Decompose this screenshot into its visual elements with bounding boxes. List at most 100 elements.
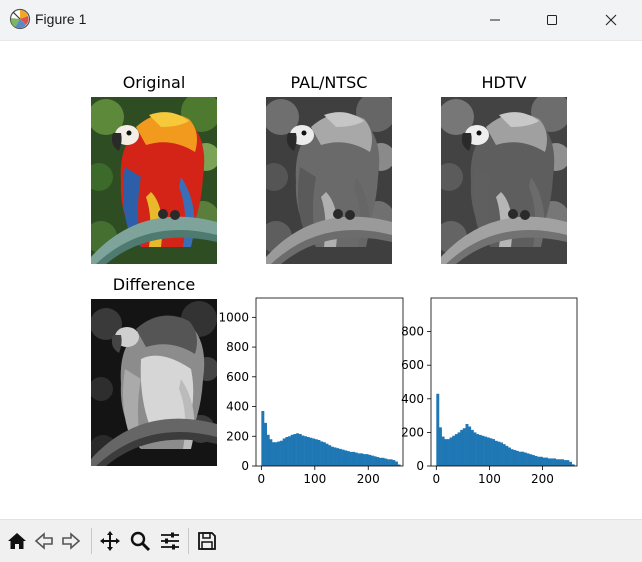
histogram-bar [336,448,340,466]
close-button[interactable] [588,0,634,40]
maximize-button[interactable] [529,0,575,40]
x-tick-label: 100 [478,472,501,486]
navigation-toolbar [0,519,642,562]
axes-frame [255,297,404,467]
histogram-bar [460,429,464,466]
histogram-bar [330,446,334,466]
histogram-bar [304,436,308,466]
histogram-bar [346,451,350,466]
histogram-bar [558,459,562,466]
histogram-bar [563,460,567,466]
histogram-bar [290,434,294,466]
histogram-bar [518,451,522,466]
histogram-bar [269,439,273,466]
histogram-bar [360,453,364,466]
y-tick-label: 800 [226,340,249,354]
histogram-bar [389,459,393,466]
histogram-bar [526,453,530,466]
histogram-bar [338,448,342,466]
toolbar-separator [188,528,189,554]
histogram-bar [373,456,377,466]
figure-canvas[interactable]: Original PAL/NTSC HDTV Difference 0 100 … [0,41,642,519]
toolbar-separator [91,528,92,554]
histogram-bar [481,435,485,466]
histogram-bar [309,437,313,466]
histogram-bar [370,455,374,466]
histogram-bar [521,451,525,466]
histogram-bar [537,456,541,466]
histogram-bar [354,452,358,466]
window-titlebar: Figure 1 [0,0,642,41]
histogram-bar [282,438,286,466]
configure-subplots-button[interactable] [157,528,183,554]
configure-subplots-icon [161,532,179,550]
home-button[interactable] [4,528,30,554]
home-icon [8,533,26,549]
histogram-bar [545,457,549,466]
forward-button[interactable] [58,528,84,554]
histogram-bar [531,455,535,466]
histogram-bar [365,454,369,466]
save-button[interactable] [194,528,220,554]
histogram-bar [362,454,366,466]
histogram-bar [386,459,390,466]
histogram-charts: 0 100 200 0 200 400 600 800 1000 0 100 200 0 200 400 6… [218,297,578,486]
histogram-bar [344,450,348,466]
histogram-bar [376,457,380,466]
histogram-bar [296,433,300,466]
histogram-bar [497,441,501,466]
histogram-bar [470,429,474,466]
histogram-bar [476,434,480,466]
y-tick-label: 200 [401,425,424,439]
back-icon [34,532,53,550]
x-tick-label: 0 [432,472,440,486]
histogram-bar [341,449,345,466]
forward-icon [62,532,81,550]
x-tick-label: 0 [258,472,266,486]
histogram-bar [320,441,324,466]
histogram-bar [352,451,356,466]
histogram-bar [444,439,448,466]
histogram-bar [328,445,332,466]
y-tick-label: 600 [226,370,249,384]
minimize-button[interactable] [472,0,518,40]
histogram-bar [349,451,353,466]
histogram-bar [478,434,482,466]
histogram-bar [357,453,361,466]
histogram-bar [392,460,396,466]
histogram-bar [446,439,450,466]
pan-button[interactable] [97,528,123,554]
histogram-bar [500,442,503,466]
zoom-button[interactable] [127,528,153,554]
zoom-icon [130,531,151,552]
histogram-bar [566,460,570,466]
histogram-bar [457,432,461,466]
window-title: Figure 1 [35,11,87,27]
histogram-bar [505,445,509,466]
histogram-bar [502,444,506,466]
histogram-bar [333,447,337,466]
histogram-bar [441,436,445,466]
histogram-bar [542,457,546,466]
histogram-bar [261,410,265,466]
back-button[interactable] [31,528,57,554]
histogram-bar [288,436,292,466]
histogram-bar [465,424,469,466]
histogram-bar [454,434,458,466]
maximize-icon [547,15,557,25]
save-icon [198,532,216,550]
pal-ntsc-histogram: 0 100 200 0 200 400 600 800 1000 [218,297,404,486]
histogram-bar [468,426,472,466]
histogram-bar [272,442,276,466]
y-tick-label: 400 [226,400,249,414]
histogram-bar [489,438,493,466]
histogram-bar [534,455,538,466]
histogram-bar [561,459,565,466]
histogram-bar [555,459,559,466]
y-tick-label: 800 [401,325,424,339]
histogram-bar [317,439,321,466]
close-icon [605,14,617,26]
pan-icon [100,531,120,551]
minimize-icon [490,19,500,21]
histogram-bar [553,458,557,466]
